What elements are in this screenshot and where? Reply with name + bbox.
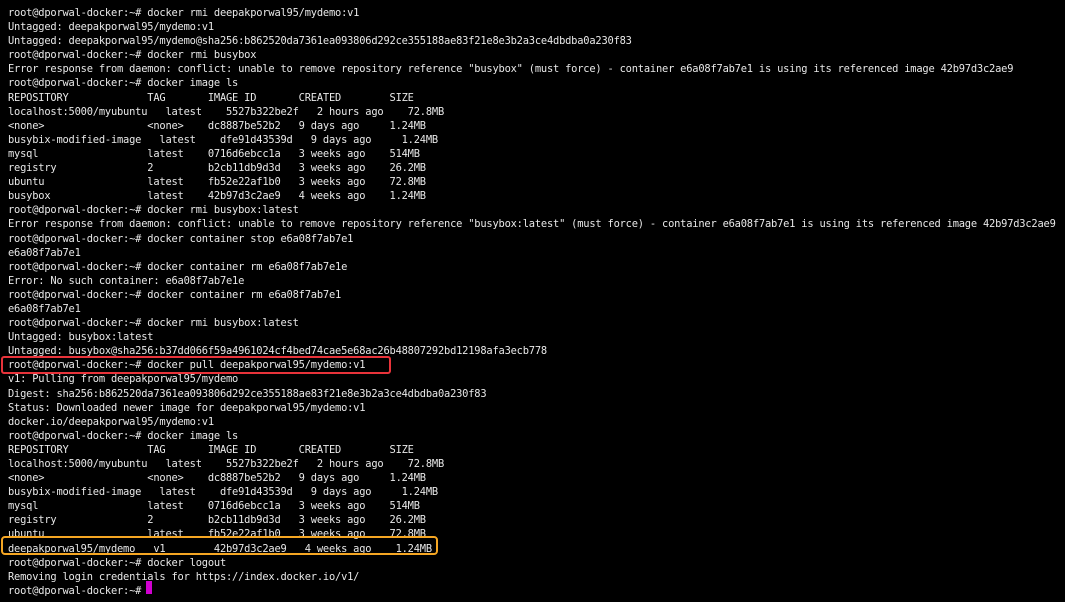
terminal-line: Untagged: busybox:latest (8, 331, 154, 344)
terminal-line: root@dporwal-docker:~# docker container … (8, 232, 354, 245)
terminal-line: Untagged: deepakporwal95/mydemo@sha256:b… (8, 35, 632, 48)
table-row: mysql latest 0716d6ebcc1a 3 weeks ago 51… (8, 500, 420, 513)
table-row: localhost:5000/myubuntu latest 5527b322b… (8, 458, 445, 470)
table-row: registry 2 b2cb11db9d3d 3 weeks ago 26.2… (8, 514, 426, 527)
table-header: REPOSITORY TAG IMAGE ID CREATED SIZE (8, 91, 414, 104)
table-row: localhost:5000/myubuntu latest 5527b322b… (8, 105, 445, 118)
table-row: busybix-modified-image latest dfe91d4353… (8, 133, 438, 146)
terminal-line: root@dporwal-docker:~# docker rmi deepak… (8, 7, 360, 19)
terminal-output: root@dporwal-docker:~# docker rmi deepak… (8, 6, 1056, 598)
table-row: busybix-modified-image latest dfe91d4353… (8, 486, 438, 499)
terminal-line: Status: Downloaded newer image for deepa… (8, 401, 366, 414)
table-header: REPOSITORY TAG IMAGE ID CREATED SIZE (8, 443, 414, 456)
table-row: ubuntu latest fb52e22af1b0 3 weeks ago 7… (8, 176, 426, 189)
terminal-line: root@dporwal-docker:~# docker image ls (8, 77, 239, 90)
terminal-line: root@dporwal-docker:~# docker logout (8, 556, 227, 569)
table-row: busybox latest 42b97d3c2ae9 4 weeks ago … (8, 190, 426, 203)
terminal-cursor (146, 581, 152, 594)
terminal-line: Error: No such container: e6a08f7ab7e1e (8, 274, 245, 287)
table-row: <none> <none> dc8887be52b2 9 days ago 1.… (8, 119, 426, 132)
terminal-line: root@dporwal-docker:~# docker image ls (8, 429, 239, 442)
terminal-line: v1: Pulling from deepakporwal95/mydemo (8, 373, 239, 386)
table-row: <none> <none> dc8887be52b2 9 days ago 1.… (8, 472, 426, 485)
terminal-line: Removing login credentials for https://i… (8, 570, 360, 583)
terminal-line: Digest: sha256:b862520da7361ea093806d292… (8, 387, 487, 400)
prompt-line[interactable]: root@dporwal-docker:~# (8, 584, 1056, 598)
terminal-line: root@dporwal-docker:~# docker rmi busybo… (8, 317, 299, 330)
terminal-line: root@dporwal-docker:~# docker rmi busybo… (8, 49, 257, 62)
image-row-highlight (1, 536, 438, 555)
pull-command-highlight (1, 356, 391, 374)
terminal-line: Error response from daemon: conflict: un… (8, 218, 1056, 231)
table-row: mysql latest 0716d6ebcc1a 3 weeks ago 51… (8, 147, 420, 160)
terminal-line: root@dporwal-docker:~# docker container … (8, 288, 342, 301)
terminal-line: e6a08f7ab7e1 (8, 302, 81, 315)
terminal-line: docker.io/deepakporwal95/mydemo:v1 (8, 415, 214, 428)
terminal-line: root@dporwal-docker:~# docker rmi busybo… (8, 204, 299, 217)
terminal-line: e6a08f7ab7e1 (8, 246, 81, 259)
terminal-line: Error response from daemon: conflict: un… (8, 63, 1014, 76)
terminal-window[interactable]: root@dporwal-docker:~# docker rmi deepak… (0, 0, 1065, 602)
terminal-line: root@dporwal-docker:~# docker container … (8, 260, 348, 273)
terminal-line: Untagged: deepakporwal95/mydemo:v1 (8, 21, 214, 34)
table-row: registry 2 b2cb11db9d3d 3 weeks ago 26.2… (8, 162, 426, 175)
